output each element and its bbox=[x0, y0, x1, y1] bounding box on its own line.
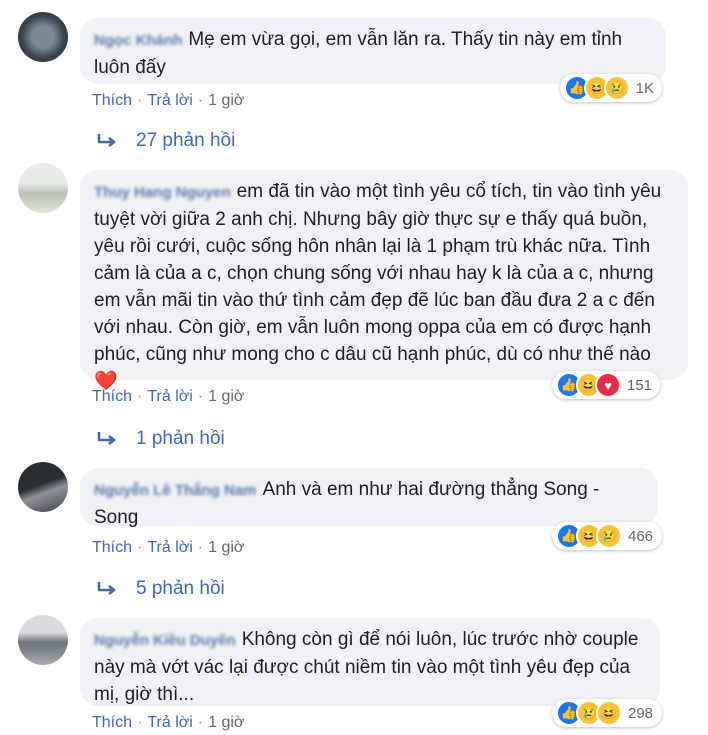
reaction-summary[interactable]: 👍 😆 ♥ 151 bbox=[552, 371, 660, 399]
avatar[interactable] bbox=[18, 163, 68, 213]
sad-reaction-icon: 😢 bbox=[596, 523, 622, 549]
replies-count[interactable]: 1 phản hồi bbox=[136, 428, 225, 450]
comment-actions: Thích · Trả lời · 1 giờ bbox=[92, 714, 245, 731]
reply-arrow-icon bbox=[97, 134, 117, 147]
avatar[interactable] bbox=[18, 615, 68, 665]
avatar[interactable] bbox=[18, 462, 68, 512]
comment-bubble: Nguyễn Lê Thắng Nam Anh và em như hai đườ… bbox=[80, 468, 658, 528]
comment-actions: Thích · Trả lời · 1 giờ bbox=[92, 92, 245, 109]
reaction-count: 298 bbox=[628, 704, 654, 722]
reaction-summary[interactable]: 👍 😆 😢 1K bbox=[560, 74, 662, 102]
like-link[interactable]: Thích bbox=[92, 539, 132, 556]
comment-author[interactable]: Thuy Hang Nguyen bbox=[94, 184, 231, 201]
timestamp[interactable]: 1 giờ bbox=[208, 92, 244, 109]
comment-author[interactable]: Nguyễn Lê Thắng Nam bbox=[94, 482, 257, 499]
like-link[interactable]: Thích bbox=[92, 714, 132, 731]
comment-actions: Thích · Trả lời · 1 giờ bbox=[92, 539, 245, 556]
reply-arrow-icon bbox=[97, 582, 117, 595]
replies-count[interactable]: 27 phản hồi bbox=[136, 130, 235, 152]
timestamp[interactable]: 1 giờ bbox=[208, 714, 244, 731]
sad-reaction-icon: 😢 bbox=[603, 75, 630, 101]
timestamp[interactable]: 1 giờ bbox=[208, 539, 244, 556]
reply-arrow-icon bbox=[97, 432, 117, 445]
reaction-summary[interactable]: 👍 😢 😆 298 bbox=[552, 699, 662, 727]
reply-link[interactable]: Trả lời bbox=[147, 714, 192, 731]
reaction-summary[interactable]: 👍 😆 😢 466 bbox=[552, 522, 662, 550]
view-replies-link[interactable]: 1 phản hồi bbox=[96, 428, 225, 450]
view-replies-link[interactable]: 5 phản hồi bbox=[96, 578, 225, 600]
reaction-count: 466 bbox=[628, 527, 654, 545]
reaction-count: 151 bbox=[626, 376, 652, 394]
comment-text: em đã tin vào một tình yêu cổ tích, tin … bbox=[94, 181, 662, 392]
reply-link[interactable]: Trả lời bbox=[147, 388, 192, 405]
comment-bubble: Nguyễn Kiều Duyên Không còn gì để nói luô… bbox=[80, 618, 660, 706]
replies-count[interactable]: 5 phản hồi bbox=[136, 578, 225, 600]
comment-actions: Thích · Trả lời · 1 giờ bbox=[92, 388, 245, 405]
reaction-count: 1K bbox=[635, 79, 654, 97]
like-link[interactable]: Thích bbox=[92, 92, 132, 109]
avatar[interactable] bbox=[18, 12, 68, 62]
reply-link[interactable]: Trả lời bbox=[147, 539, 192, 556]
haha-reaction-icon: 😆 bbox=[596, 700, 622, 726]
reply-link[interactable]: Trả lời bbox=[147, 92, 192, 109]
timestamp[interactable]: 1 giờ bbox=[208, 388, 244, 405]
like-link[interactable]: Thích bbox=[92, 388, 132, 405]
love-reaction-icon: ♥ bbox=[595, 372, 621, 398]
comment-author[interactable]: Nguyễn Kiều Duyên bbox=[94, 632, 236, 649]
comment-author[interactable]: Ngọc Khánh bbox=[94, 32, 182, 49]
comment-bubble: Thuy Hang Nguyen em đã tin vào một tình y… bbox=[80, 170, 688, 392]
view-replies-link[interactable]: 27 phản hồi bbox=[96, 130, 235, 152]
